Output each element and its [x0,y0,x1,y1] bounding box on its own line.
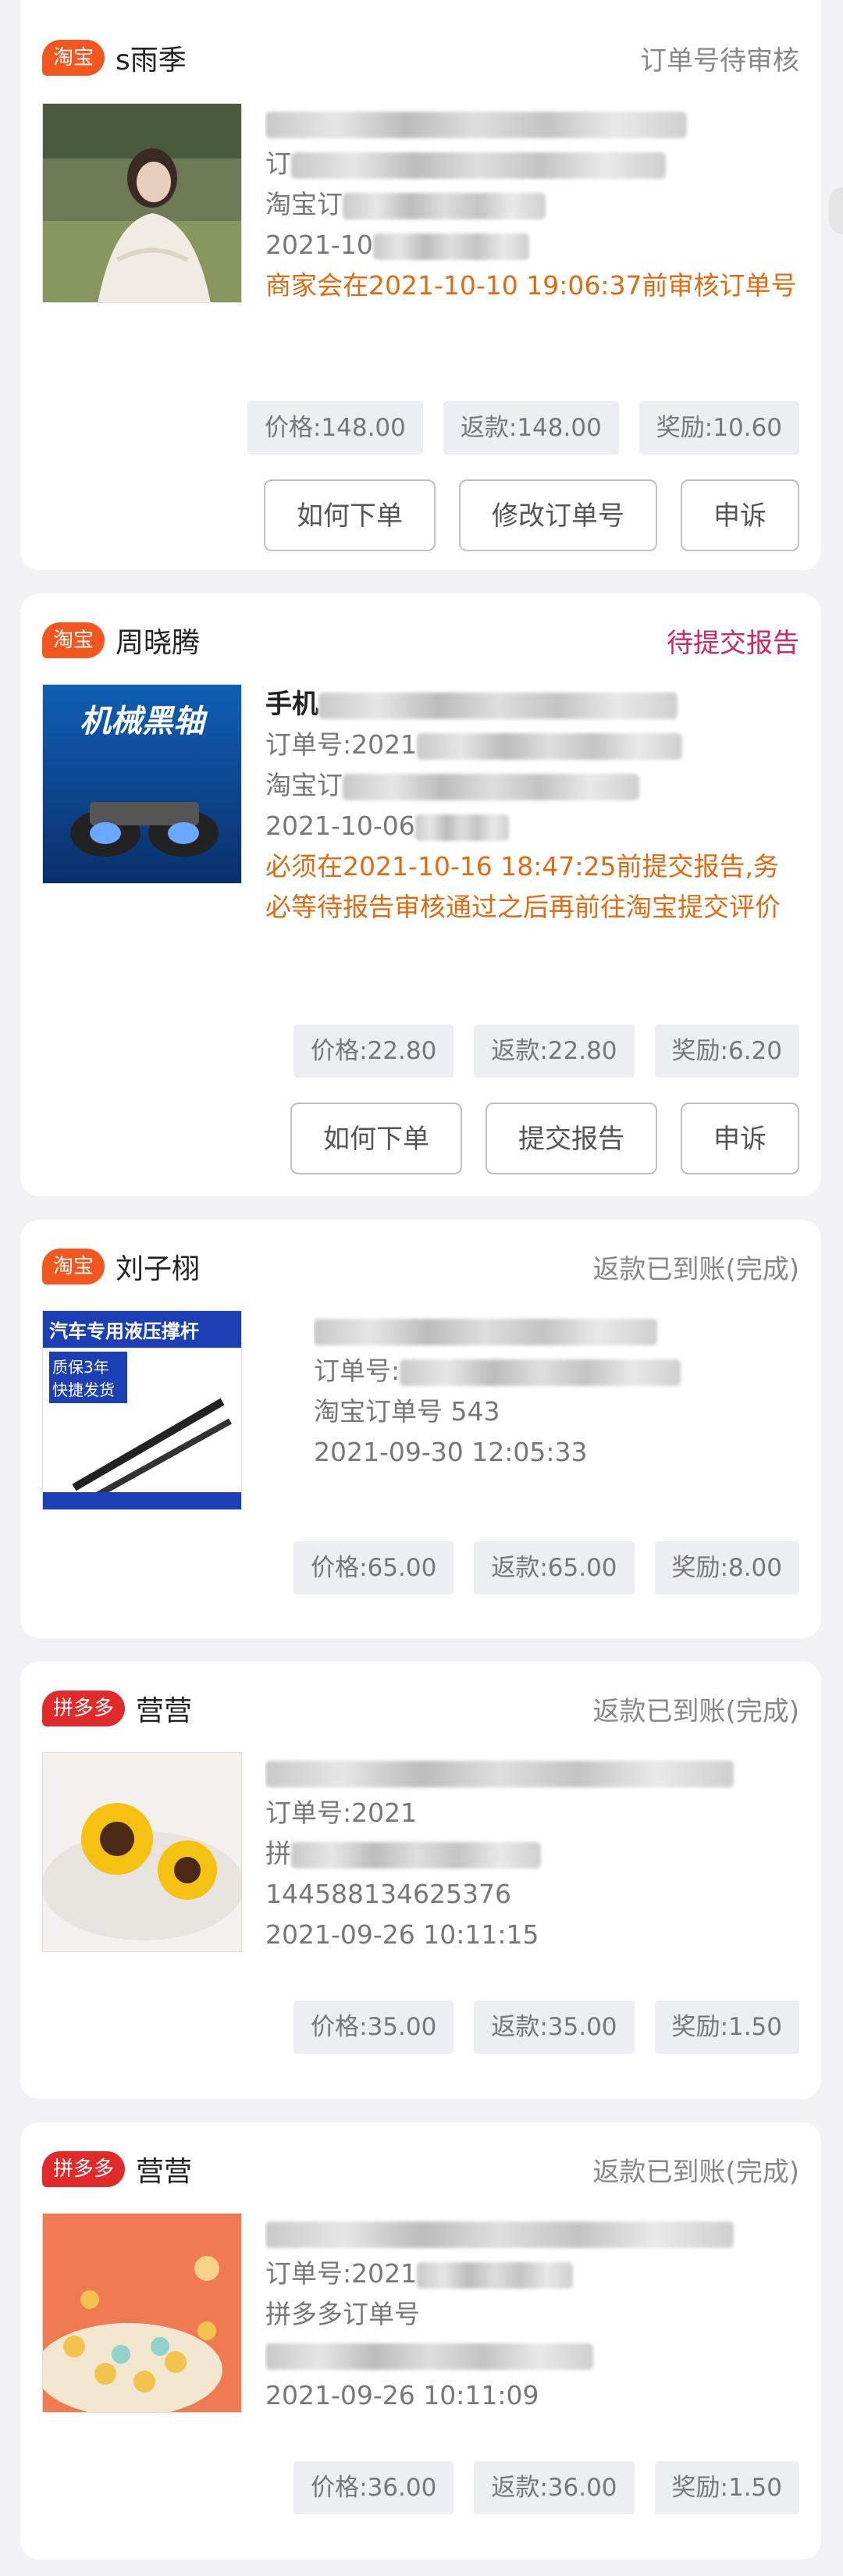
buyer-name: 营营 [136,2156,193,2188]
product-title: 手机 [265,684,799,725]
refund-pill: 返款:65.00 [474,1541,635,1594]
order-time: 2021-09-26 10:11:09 [265,2380,539,2410]
product-thumbnail[interactable]: 机械黑轴 [42,684,242,884]
report-deadline: 必须在2021-10-16 18:47:25前提交报告,务必等待报告审核通过之后… [265,851,781,922]
reward-pill: 奖励:10.60 [638,401,799,454]
platform-tag: 拼多多 [42,2151,126,2187]
order-number: 订单号:2021 [265,1797,418,1828]
reward-pill: 奖励:8.00 [654,1541,799,1594]
order-card[interactable]: 淘宝 周晓腾 待提交报告 机械黑轴 手机 订单号:2021 淘宝订 2021-1… [20,593,821,1196]
platform-order-number: 淘宝订 [265,184,799,225]
card-header: 拼多多 营营 返款已到账(完成) [42,2132,799,2207]
order-number: 订单号: [314,1351,799,1391]
actions-row: 如何下单 提交报告 申诉 [290,1103,799,1174]
refund-pill: 返款:148.00 [443,401,619,454]
order-status: 返款已到账(完成) [592,1695,799,1727]
platform-order-number: 拼多多订单号 [265,2299,420,2329]
buyer-name: s雨季 [116,45,187,77]
amounts-row: 价格:148.00 返款:148.00 奖励:10.60 [247,401,799,454]
reward-pill: 奖励:6.20 [654,1024,799,1078]
product-thumbnail[interactable] [42,1752,242,1952]
platform-order-id [265,2335,799,2375]
order-card[interactable]: 拼多多 营营 返款已到账(完成) 订单号:2021 拼 144588134625… [20,1662,821,2099]
order-status: 订单号待审核 [640,45,799,77]
amounts-row: 价格:36.00 返款:36.00 奖励:1.50 [293,2461,799,2514]
reward-pill: 奖励:1.50 [654,2001,799,2054]
platform-tag: 淘宝 [42,622,105,658]
order-info: 订单号:2021 拼 144588134625376 2021-09-26 10… [265,1752,799,1955]
thumbnail-caption: 机械黑轴 [80,704,205,739]
amounts-row: 价格:65.00 返款:65.00 奖励:8.00 [293,1541,799,1594]
buyer-name: 刘子栩 [116,1253,201,1285]
platform-tag: 淘宝 [42,1249,105,1284]
order-card[interactable]: 淘宝 刘子栩 返款已到账(完成) 汽车专用液压撑杆 质保3年 快捷发货 订单号:… [20,1220,821,1638]
card-header: 拼多多 营营 返款已到账(完成) [42,1671,799,1746]
order-status: 返款已到账(完成) [592,1253,799,1285]
order-time: 2021-09-26 10:11:15 [265,1919,539,1950]
platform-tag: 淘宝 [42,40,105,76]
product-thumbnail[interactable] [42,2213,242,2413]
actions-row: 如何下单 修改订单号 申诉 [264,479,799,551]
order-info: 订单号: 淘宝订单号 543 2021-09-30 12:05:33 [314,1310,799,1473]
product-thumbnail[interactable] [42,103,242,303]
order-number: 订 [265,144,799,184]
buyer-name: 营营 [136,1695,193,1727]
refund-pill: 返款:35.00 [474,2001,635,2054]
order-time: 2021-09-30 12:05:33 [314,1437,588,1467]
order-status: 返款已到账(完成) [592,2156,799,2188]
order-number: 订单号:2021 [265,725,799,765]
product-title [265,2213,799,2254]
product-title [314,1310,799,1351]
order-card[interactable]: 淘宝 s雨季 订单号待审核 订 淘宝订 2021-10 商家会在2021-10-… [20,0,821,570]
price-pill: 价格:65.00 [293,1541,454,1594]
scrollbar-handle[interactable] [829,187,843,234]
amounts-row: 价格:35.00 返款:35.00 奖励:1.50 [293,2001,799,2054]
submit-report-button[interactable]: 提交报告 [486,1103,657,1174]
product-thumbnail[interactable]: 汽车专用液压撑杆 质保3年 快捷发货 [42,1310,242,1510]
price-pill: 价格:148.00 [247,401,423,454]
card-header: 淘宝 周晓腾 待提交报告 [42,603,799,678]
order-time: 2021-10 [265,225,799,265]
refund-pill: 返款:22.80 [474,1024,635,1078]
amounts-row: 价格:22.80 返款:22.80 奖励:6.20 [293,1024,799,1078]
order-number: 订单号:2021 [265,2254,799,2294]
platform-order-number: 淘宝订单号 543 [314,1396,500,1427]
appeal-button[interactable]: 申诉 [681,479,799,551]
card-header: 淘宝 刘子栩 返款已到账(完成) [42,1229,799,1304]
edit-order-number-button[interactable]: 修改订单号 [459,479,657,551]
reward-pill: 奖励:1.50 [654,2461,799,2514]
order-info: 订单号:2021 拼多多订单号 2021-09-26 10:11:09 [265,2213,799,2416]
order-info: 手机 订单号:2021 淘宝订 2021-10-06 必须在2021-10-16… [265,684,799,928]
price-pill: 价格:22.80 [293,1024,454,1078]
product-title [265,1752,799,1793]
order-card[interactable]: 拼多多 营营 返款已到账(完成) 订单号:2021 拼多多订单号 2021-09… [20,2122,821,2560]
price-pill: 价格:36.00 [293,2461,454,2514]
card-header: 淘宝 s雨季 订单号待审核 [42,20,799,95]
appeal-button[interactable]: 申诉 [681,1103,799,1174]
order-status: 待提交报告 [667,627,799,659]
how-to-order-button[interactable]: 如何下单 [290,1103,462,1174]
platform-order-number: 拼 [265,1833,799,1874]
how-to-order-button[interactable]: 如何下单 [264,479,436,551]
refund-pill: 返款:36.00 [474,2461,635,2514]
order-info: 订 淘宝订 2021-10 商家会在2021-10-10 19:06:37前审核… [265,103,799,306]
platform-tag: 拼多多 [42,1691,126,1726]
thumbnail-title: 汽车专用液压撑杆 [43,1311,241,1348]
platform-order-id: 144588134625376 [265,1879,511,1909]
buyer-name: 周晓腾 [116,627,201,659]
review-deadline: 商家会在2021-10-10 19:06:37前审核订单号 [265,270,797,301]
platform-order-number: 淘宝订 [265,765,799,806]
price-pill: 价格:35.00 [293,2001,454,2054]
product-title [265,103,799,144]
order-time: 2021-10-06 [265,806,799,846]
